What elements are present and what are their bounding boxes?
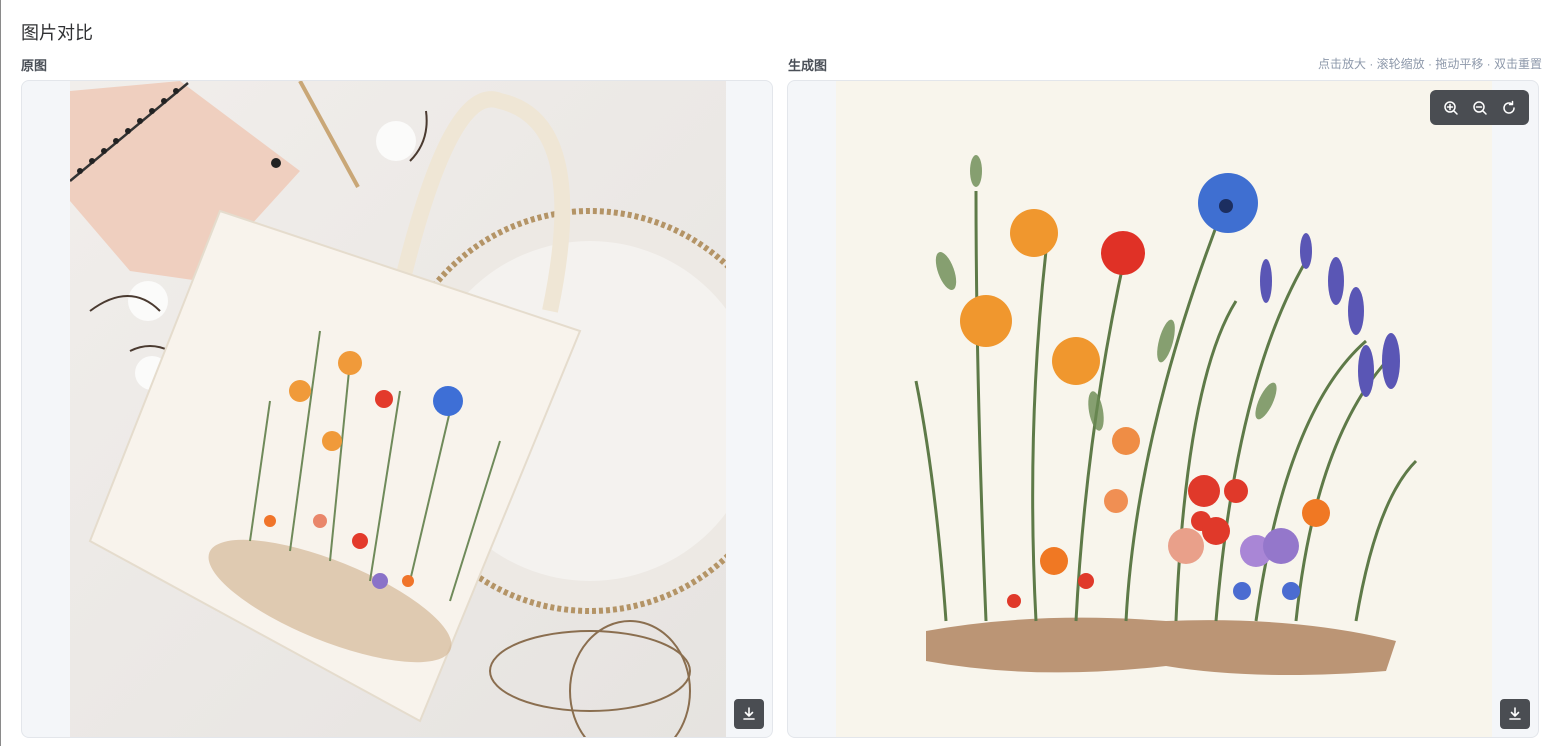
download-generated-button[interactable] — [1500, 699, 1530, 729]
window-left-border — [0, 0, 1, 746]
download-original-button[interactable] — [734, 699, 764, 729]
zoom-out-icon — [1472, 100, 1487, 115]
download-icon — [1509, 707, 1521, 720]
generated-image-panel[interactable] — [787, 80, 1539, 738]
reset-button[interactable] — [1497, 96, 1521, 120]
original-image[interactable] — [70, 81, 726, 737]
zoom-out-button[interactable] — [1468, 96, 1492, 120]
zoom-toolbar — [1430, 90, 1529, 125]
reset-icon — [1502, 100, 1515, 114]
original-image-panel[interactable] — [21, 80, 773, 738]
original-label: 原图 — [21, 58, 48, 73]
generated-label: 生成图 — [788, 58, 828, 73]
interaction-hint: 点击放大 · 滚轮缩放 · 拖动平移 · 双击重置 — [1318, 57, 1542, 71]
page-title: 图片对比 — [21, 23, 93, 43]
generated-image[interactable] — [836, 81, 1492, 737]
tote-bag-photo — [70, 81, 726, 737]
zoom-in-button[interactable] — [1439, 96, 1463, 120]
wildflower-artwork — [836, 81, 1492, 737]
download-icon — [743, 707, 755, 720]
zoom-in-icon — [1443, 100, 1458, 115]
